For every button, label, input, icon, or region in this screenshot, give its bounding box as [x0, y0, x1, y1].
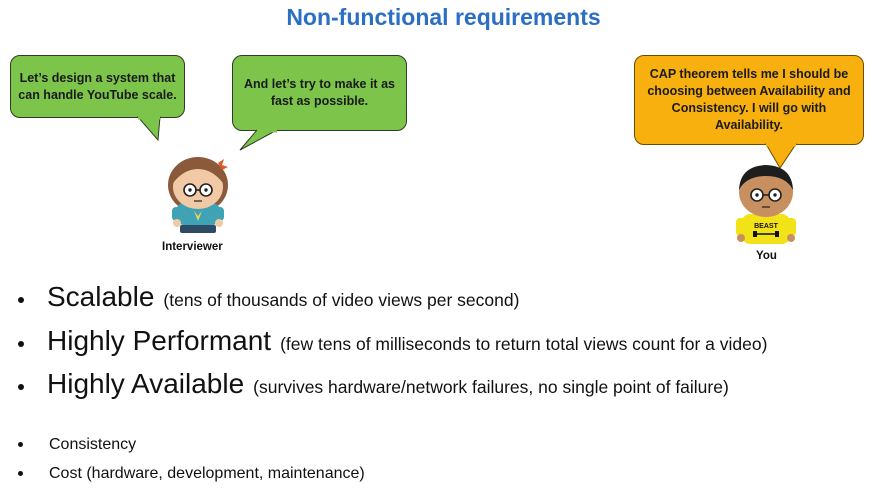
interviewer-speech-bubble-1: Let’s design a system that can handle Yo… — [10, 55, 185, 118]
list-item: Scalable (tens of thousands of video vie… — [18, 281, 767, 325]
interviewer-speech-text-1: Let’s design a system that can handle Yo… — [18, 70, 177, 102]
you-speech-bubble: CAP theorem tells me I should be choosin… — [634, 55, 864, 145]
requirement-name: Scalable — [47, 281, 155, 312]
interviewer-avatar — [168, 157, 228, 233]
bullet-icon — [18, 341, 24, 347]
shirt-text: BEAST — [754, 223, 778, 230]
interviewer-speech-bubble-2: And let’s try to make it as fast as poss… — [232, 55, 407, 131]
requirement-detail: (tens of thousands of video views per se… — [163, 290, 520, 310]
list-item: Highly Available (survives hardware/netw… — [18, 368, 767, 412]
bullet-icon — [18, 384, 24, 390]
bubble-tail — [136, 116, 161, 142]
interviewer-speech-text-2: And let’s try to make it as fast as poss… — [244, 77, 395, 108]
list-item: Cost (hardware, development, maintenance… — [18, 465, 365, 494]
interviewer-label: Interviewer — [162, 241, 223, 253]
bullet-icon — [18, 442, 23, 447]
list-item: Consistency — [18, 436, 365, 465]
bubble-tail — [239, 129, 278, 151]
secondary-requirements-list: Consistency Cost (hardware, development,… — [18, 436, 365, 494]
you-speech-text: CAP theorem tells me I should be choosin… — [647, 67, 851, 132]
bullet-icon — [18, 471, 23, 476]
requirement-name: Highly Performant — [47, 325, 272, 356]
primary-requirements-list: Scalable (tens of thousands of video vie… — [18, 281, 767, 412]
page-title: Non-functional requirements — [286, 4, 601, 30]
requirement-name: Highly Available — [47, 368, 245, 399]
secondary-requirement: Consistency — [49, 436, 137, 453]
bullet-icon — [18, 297, 24, 303]
list-item: Highly Performant (few tens of milliseco… — [18, 325, 767, 368]
you-label: You — [756, 250, 777, 262]
requirement-detail: (few tens of milliseconds to return tota… — [280, 334, 768, 354]
requirement-detail: (survives hardware/network failures, no … — [253, 377, 729, 397]
you-avatar: BEAST — [736, 165, 796, 244]
secondary-requirement: Cost (hardware, development, maintenance… — [49, 465, 365, 482]
